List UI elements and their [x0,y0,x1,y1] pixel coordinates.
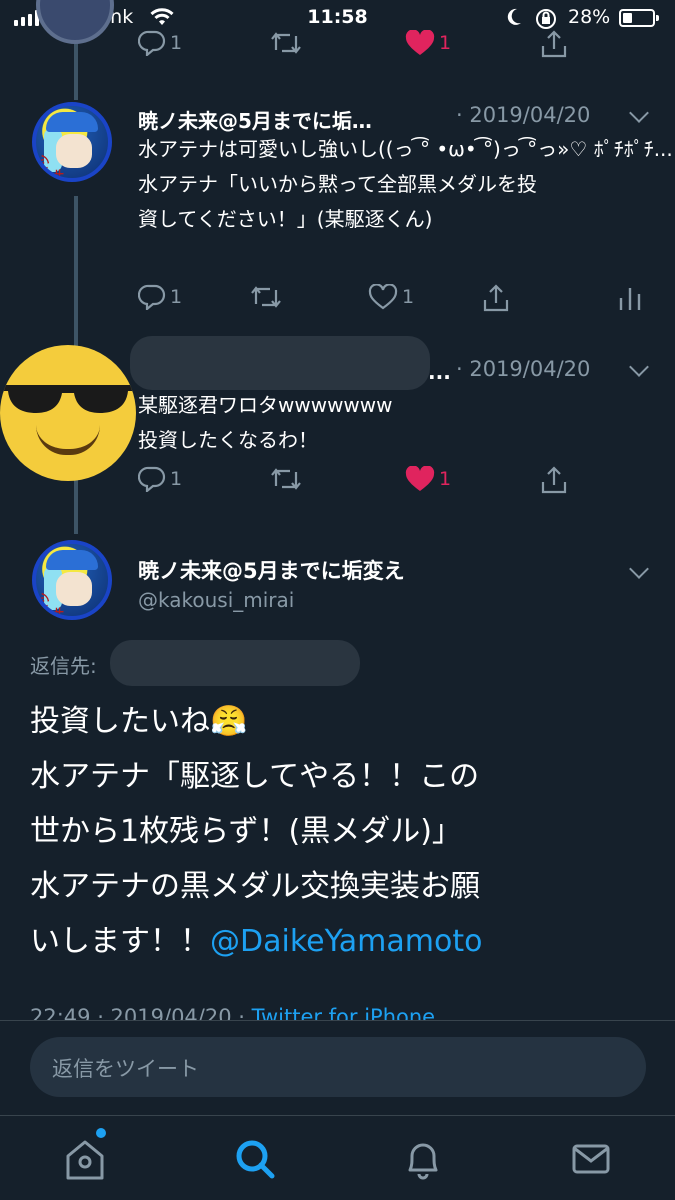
share-button[interactable] [482,284,510,312]
retweet-icon [271,468,301,490]
main-tweet-text: 投資したいね😤 水アテナ「駆逐してやる！！この 世から1枚残らず！(黒メダル)」… [30,704,483,959]
tab-notifications[interactable] [398,1134,448,1184]
analytics-button[interactable] [618,284,642,312]
battery-icon [619,9,659,27]
retweet-button[interactable] [250,284,282,310]
tweet-date: · 2019/04/20 [456,357,591,381]
author-name[interactable]: 暁ノ未来@5月までに垢変え [138,555,405,585]
client-link[interactable]: Twitter for iPhone [252,1005,436,1021]
like-button[interactable]: 1 [368,284,414,310]
reply-input[interactable]: 返信をツイート [30,1037,646,1097]
reply-button[interactable]: 1 [138,466,182,492]
tweet-actions: 1 1 [0,284,675,324]
tab-messages[interactable] [566,1134,616,1184]
tweet-date: · 2019/04/20 [456,103,591,127]
sunglasses-icon [4,385,132,413]
retweet-button[interactable] [270,30,302,56]
tweet-actions: 1 1 [0,30,675,70]
author-handle[interactable]: @kakousi_mirai [138,588,294,612]
tweet-meta: 22:49 · 2019/04/20 · Twitter for iPhone [30,1005,435,1021]
heart-filled-icon [405,30,435,55]
redacted-name [130,336,430,390]
chevron-down-icon[interactable] [629,357,649,377]
like-button[interactable]: 1 [405,466,451,492]
retweet-button[interactable] [270,466,302,492]
tweet-actions: 1 1 [0,466,675,506]
avatar[interactable] [0,345,136,481]
heart-filled-icon [405,466,435,491]
share-icon [541,30,567,58]
search-icon [236,1140,275,1179]
reply-icon [138,284,166,310]
chevron-down-icon[interactable] [629,559,649,579]
analytics-icon [619,288,641,310]
share-icon [541,466,567,494]
redacted-reply-target [110,640,360,686]
bell-icon [408,1143,438,1180]
tab-search[interactable] [230,1134,280,1184]
reply-to-label: 返信先: [30,654,97,678]
heart-outline-icon [368,284,398,310]
mail-icon [572,1144,610,1174]
avatar[interactable]: ハツキ [32,102,112,182]
avatar[interactable]: ハツキ [32,540,112,620]
like-button[interactable]: 1 [405,30,451,56]
tab-home[interactable] [60,1134,110,1184]
share-button[interactable] [540,30,568,58]
tweet-text: 某駆逐君ワロタwwwwwww 投資したくなるわ！ [138,393,393,452]
author-name-suffix: ... [428,360,451,384]
moon-icon [504,6,524,33]
tweet-text: 水アテナは可愛いし強いし((っ ͡° •ω• ͡°)っ ͡°っ»♡ ﾎﾟﾁﾎﾟﾁ… [138,137,673,231]
retweet-icon [251,286,281,308]
home-icon [66,1140,104,1180]
notification-dot [96,1128,106,1138]
battery-percent: 28% [568,6,611,28]
chevron-down-icon[interactable] [629,103,649,123]
reply-button[interactable]: 1 [138,30,182,56]
reply-button[interactable]: 1 [138,284,182,310]
reply-icon [138,466,166,492]
retweet-icon [271,32,301,54]
share-button[interactable] [540,466,568,494]
mention-link[interactable]: @DaikeYamamoto [210,924,482,959]
author-name[interactable]: 暁ノ未来@5月までに垢… [138,105,372,134]
share-icon [483,284,509,312]
reply-icon [138,30,166,56]
